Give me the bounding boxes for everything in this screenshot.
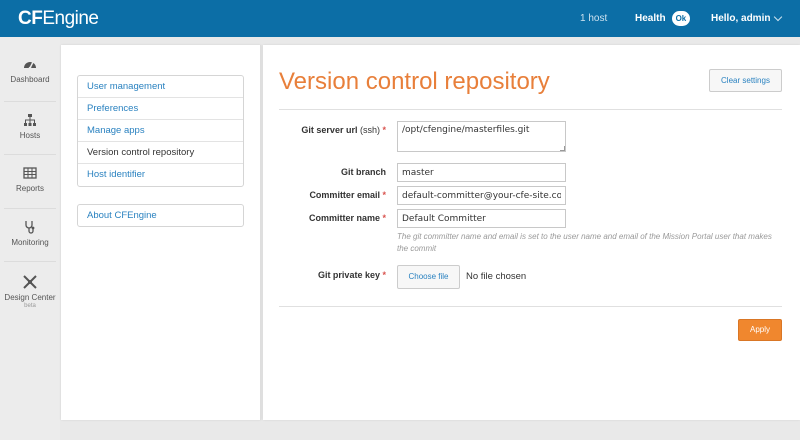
- cfengine-logo[interactable]: CFEngine: [18, 8, 99, 30]
- git-server-url-wrapper: /opt/cfengine/masterfiles.git: [397, 121, 566, 152]
- committer-email-input[interactable]: [397, 186, 566, 205]
- divider: [279, 306, 782, 307]
- git-branch-input[interactable]: [397, 163, 566, 182]
- nav-monitoring-label: Monitoring: [11, 238, 49, 247]
- menu-item-user-management[interactable]: User management: [78, 76, 243, 98]
- committer-name-label-text: Committer name: [308, 213, 380, 223]
- git-server-url-label-text: Git server url: [301, 125, 358, 135]
- nav-design-center-label: Design Center: [4, 293, 56, 302]
- menu-item-version-control-repository[interactable]: Version control repository: [78, 142, 243, 164]
- committer-hint: The git committer name and email is set …: [397, 232, 772, 253]
- reports-icon: [23, 167, 37, 179]
- nav-reports[interactable]: Reports: [0, 166, 60, 193]
- settings-sidebar: User management Preferences Manage apps …: [61, 45, 261, 420]
- top-bar: CFEngine 1 host Health Ok Hello, admin: [0, 0, 800, 37]
- logo-rest-text: Engine: [42, 8, 99, 29]
- committer-email-label-text: Committer email: [309, 190, 380, 200]
- nav-hosts-label: Hosts: [19, 131, 41, 140]
- design-center-icon: [23, 275, 37, 289]
- committer-email-label: Committer email *: [206, 190, 386, 200]
- git-server-url-label-suffix: (ssh): [359, 125, 380, 135]
- git-server-url-label: Git server url (ssh) *: [206, 125, 386, 135]
- required-mark: *: [382, 213, 386, 223]
- required-mark: *: [382, 190, 386, 200]
- health-indicator[interactable]: Health Ok: [635, 11, 691, 26]
- health-label: Health: [635, 13, 666, 24]
- page-title: Version control repository: [279, 68, 550, 95]
- stethoscope-icon: [25, 221, 35, 234]
- nav-divider: [4, 101, 56, 102]
- no-file-status: No file chosen: [466, 271, 527, 282]
- chevron-down-icon: [774, 12, 783, 22]
- main-panel: Version control repository Clear setting…: [263, 45, 800, 420]
- nav-divider: [4, 154, 56, 155]
- hosts-icon: [24, 114, 36, 126]
- dashboard-icon: [24, 61, 36, 70]
- user-menu[interactable]: Hello, admin: [711, 12, 783, 24]
- required-mark: *: [382, 125, 386, 135]
- nav-divider: [4, 261, 56, 262]
- nav-hosts[interactable]: Hosts: [0, 113, 60, 140]
- health-status-badge: Ok: [671, 11, 691, 26]
- nav-monitoring[interactable]: Monitoring: [0, 220, 60, 247]
- choose-file-button[interactable]: Choose file: [397, 265, 460, 289]
- divider: [279, 109, 782, 110]
- logo-bold-text: CF: [18, 8, 43, 29]
- nav-dashboard-label: Dashboard: [10, 75, 50, 84]
- menu-item-preferences[interactable]: Preferences: [78, 98, 243, 120]
- apply-button[interactable]: Apply: [738, 319, 782, 341]
- git-private-key-label-text: Git private key: [317, 270, 380, 280]
- resize-handle-icon[interactable]: [560, 146, 565, 151]
- git-branch-label: Git branch: [206, 167, 386, 177]
- nav-reports-label: Reports: [15, 184, 44, 193]
- committer-name-label: Committer name *: [206, 213, 386, 223]
- git-server-url-input[interactable]: /opt/cfengine/masterfiles.git: [397, 121, 566, 152]
- committer-name-input[interactable]: [397, 209, 566, 228]
- clear-settings-button[interactable]: Clear settings: [709, 69, 782, 92]
- nav-dashboard[interactable]: Dashboard: [0, 57, 60, 84]
- user-greeting: Hello, admin: [711, 13, 771, 24]
- required-mark: *: [382, 270, 386, 280]
- beta-badge: beta: [24, 303, 36, 309]
- host-count[interactable]: 1 host: [580, 13, 607, 24]
- git-private-key-label: Git private key *: [206, 270, 386, 280]
- git-branch-label-text: Git branch: [340, 167, 386, 177]
- left-navigation: Dashboard Hosts Reports Monitoring Desig…: [0, 37, 60, 440]
- nav-design-center[interactable]: Design Center beta: [0, 275, 60, 309]
- nav-divider: [4, 208, 56, 209]
